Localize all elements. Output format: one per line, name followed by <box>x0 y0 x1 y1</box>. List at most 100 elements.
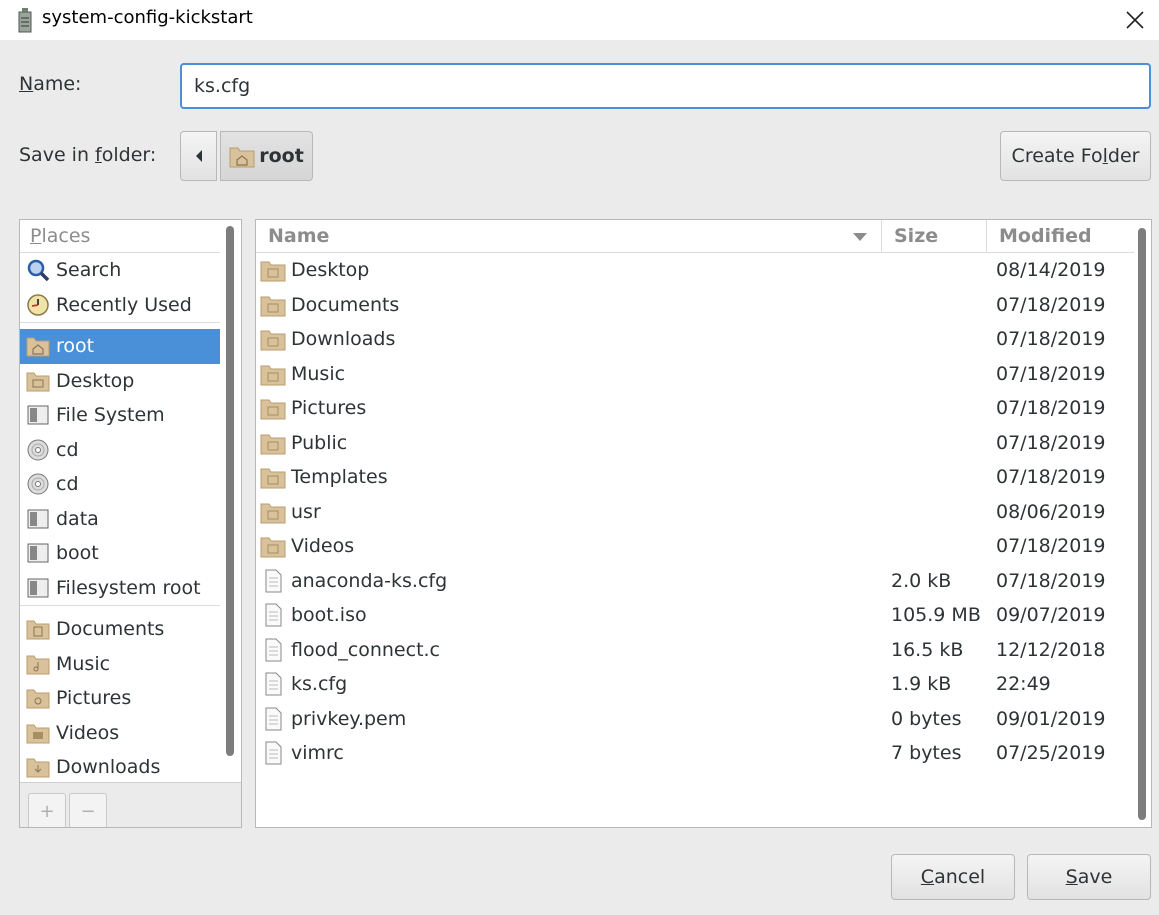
folder-icon <box>260 330 286 351</box>
documents-folder-icon <box>26 620 50 640</box>
home-folder-icon <box>229 147 255 168</box>
file-name: boot.iso <box>291 604 367 626</box>
file-icon <box>265 741 282 765</box>
music-folder-icon <box>26 655 50 675</box>
drive-icon <box>27 405 49 425</box>
desktop-folder-icon <box>26 372 50 392</box>
create-folder-button[interactable]: Create Fo l der <box>1000 131 1151 181</box>
places-separator <box>20 322 220 323</box>
place-recently-used[interactable]: Recently Used <box>20 288 220 323</box>
column-size-header[interactable]: Size <box>882 220 987 253</box>
file-row[interactable]: usr 08/06/2019 <box>256 495 1134 530</box>
sort-descending-icon <box>853 233 867 241</box>
name-label: Name: <box>19 73 82 95</box>
file-name: Public <box>291 431 348 454</box>
place-pictures[interactable]: Pictures <box>20 681 220 716</box>
remove-bookmark-button[interactable]: − <box>69 793 107 827</box>
place-search[interactable]: Search <box>20 253 220 288</box>
disc-icon <box>27 473 49 495</box>
place-data[interactable]: data <box>20 502 220 537</box>
file-modified: 08/06/2019 <box>996 500 1106 523</box>
folder-icon <box>260 434 286 454</box>
file-modified: 07/18/2019 <box>996 362 1106 385</box>
file-row[interactable]: Pictures 07/18/2019 <box>256 391 1134 426</box>
drive-icon <box>27 578 49 598</box>
place-desktop[interactable]: Desktop <box>20 364 220 399</box>
places-sidebar: Places Search Recently Used root Desktop… <box>19 219 242 828</box>
downloads-folder-icon <box>26 758 50 778</box>
drive-icon <box>27 509 49 529</box>
file-list-scrollbar[interactable] <box>1138 228 1146 820</box>
file-name: Videos <box>291 535 355 557</box>
videos-folder-icon <box>26 724 50 744</box>
disc-icon <box>27 439 49 461</box>
name-input[interactable] <box>180 63 1151 109</box>
place-filesystem-root[interactable]: Filesystem root <box>20 571 220 606</box>
file-list-header: Name Size Modified <box>256 220 1134 253</box>
save-in-folder-label: Save in folder: <box>19 144 157 166</box>
file-name: vimrc <box>291 742 344 764</box>
file-modified: 07/18/2019 <box>996 328 1106 350</box>
file-row[interactable]: flood_connect.c 16.5 kB 12/12/2018 <box>256 633 1134 668</box>
file-modified: 12/12/2018 <box>996 638 1106 661</box>
file-row[interactable]: vimrc 7 bytes 07/25/2019 <box>256 736 1134 771</box>
place-documents[interactable]: Documents <box>20 612 220 647</box>
file-modified: 09/01/2019 <box>996 707 1106 730</box>
file-row[interactable]: Documents 07/18/2019 <box>256 288 1134 323</box>
save-button[interactable]: Save <box>1027 854 1151 900</box>
file-row[interactable]: Desktop 08/14/2019 <box>256 253 1134 288</box>
path-root-label: root <box>259 145 304 167</box>
file-row[interactable]: Music 07/18/2019 <box>256 357 1134 392</box>
file-row[interactable]: privkey.pem 0 bytes 09/01/2019 <box>256 702 1134 737</box>
places-scrollbar[interactable] <box>226 226 234 756</box>
file-icon <box>265 569 282 592</box>
place-downloads[interactable]: Downloads <box>20 750 220 785</box>
place-root[interactable]: root <box>20 329 220 364</box>
file-row[interactable]: Videos 07/18/2019 <box>256 529 1134 564</box>
file-name: privkey.pem <box>291 707 407 730</box>
file-modified: 07/18/2019 <box>996 569 1106 592</box>
file-size: 2.0 kB <box>891 569 952 592</box>
folder-icon <box>260 537 286 558</box>
folder-icon <box>260 296 286 316</box>
app-icon <box>18 8 32 33</box>
place-cd-2[interactable]: cd <box>20 467 220 502</box>
cancel-button[interactable]: Cancel <box>891 854 1015 900</box>
file-list: Name Size Modified Desktop 08/14/2019 Docu… <box>255 219 1152 828</box>
path-root-button[interactable]: root <box>220 131 313 181</box>
file-row[interactable]: Downloads 07/18/2019 <box>256 322 1134 357</box>
file-modified: 07/18/2019 <box>996 293 1106 316</box>
folder-icon <box>260 399 286 420</box>
column-name-header[interactable]: Name <box>256 220 882 253</box>
file-size: 7 bytes <box>891 742 962 764</box>
place-videos[interactable]: Videos <box>20 716 220 751</box>
drive-icon <box>27 543 49 563</box>
minus-icon: − <box>80 800 96 822</box>
plus-icon: + <box>39 800 55 822</box>
chevron-left-icon <box>195 150 202 162</box>
file-row[interactable]: anaconda-ks.cfg 2.0 kB 07/18/2019 <box>256 564 1134 599</box>
place-boot[interactable]: boot <box>20 536 220 571</box>
file-modified: 09/07/2019 <box>996 604 1106 626</box>
path-back-button[interactable] <box>180 131 217 181</box>
close-icon[interactable] <box>1121 6 1149 34</box>
places-header: Places <box>20 220 220 253</box>
file-row[interactable]: Public 07/18/2019 <box>256 426 1134 461</box>
file-row[interactable]: boot.iso 105.9 MB 09/07/2019 <box>256 598 1134 633</box>
file-size: 1.9 kB <box>891 673 952 695</box>
file-row[interactable]: Templates 07/18/2019 <box>256 460 1134 495</box>
place-file-system[interactable]: File System <box>20 398 220 433</box>
place-cd-1[interactable]: cd <box>20 433 220 468</box>
place-music[interactable]: Music <box>20 647 220 682</box>
places-toolbar: + − <box>20 782 241 827</box>
file-modified: 22:49 <box>996 673 1051 695</box>
add-bookmark-button[interactable]: + <box>28 793 66 827</box>
clock-icon <box>27 294 49 316</box>
folder-icon <box>260 503 286 523</box>
file-name: Pictures <box>291 397 367 419</box>
column-modified-header[interactable]: Modified <box>987 220 1134 253</box>
file-row[interactable]: ks.cfg 1.9 kB 22:49 <box>256 667 1134 702</box>
folder-icon <box>260 468 286 489</box>
file-icon <box>265 672 282 696</box>
window-title: system-config-kickstart <box>42 7 253 28</box>
